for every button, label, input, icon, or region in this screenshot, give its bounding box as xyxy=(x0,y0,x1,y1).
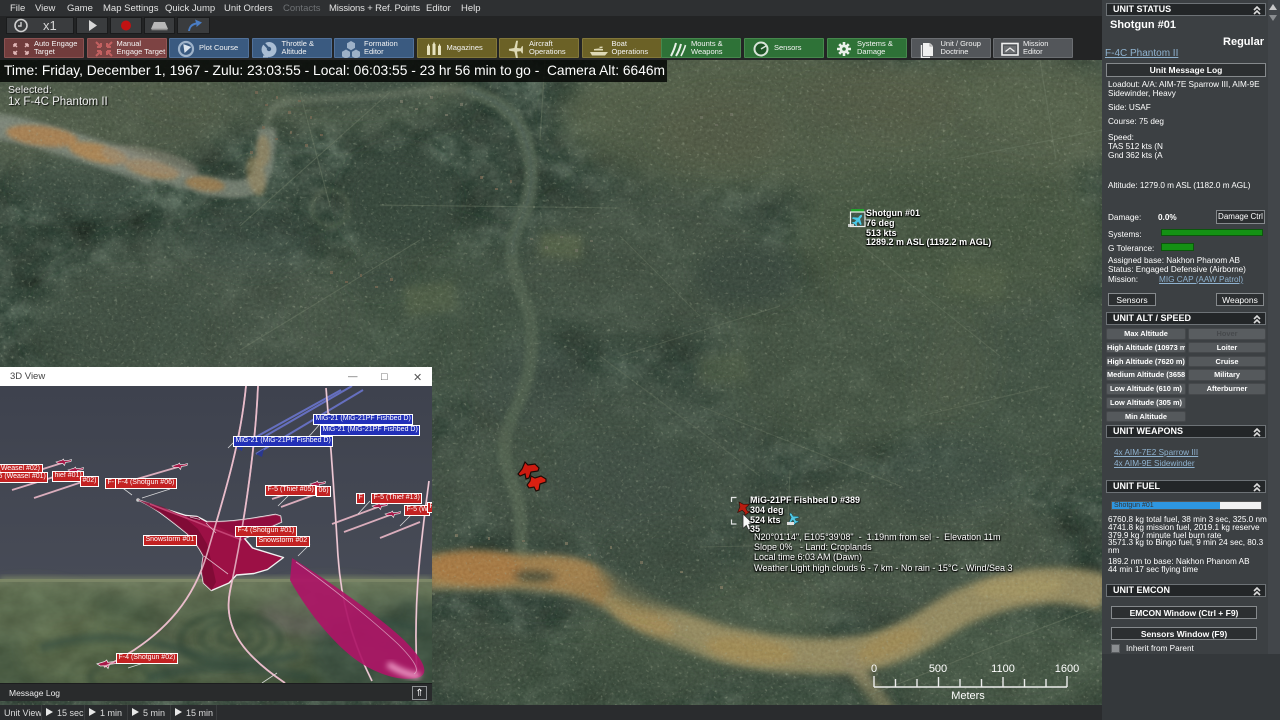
svg-text:1100: 1100 xyxy=(991,663,1015,675)
svg-text:1600: 1600 xyxy=(1055,663,1079,675)
svg-text:500: 500 xyxy=(929,663,947,675)
svg-text:Meters: Meters xyxy=(951,690,985,702)
svg-text:0: 0 xyxy=(871,663,877,675)
svg-text:x1: x1 xyxy=(43,18,57,33)
